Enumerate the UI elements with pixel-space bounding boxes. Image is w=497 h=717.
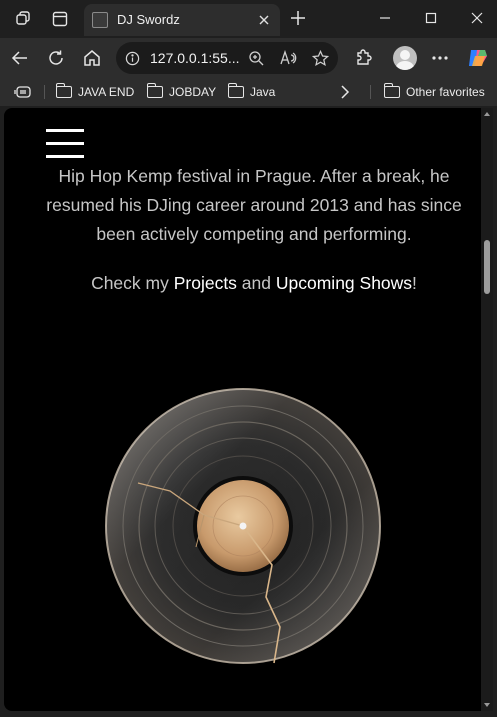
address-bar[interactable]: 127.0.0.1:55... — [116, 42, 338, 74]
bio-line: been actively competing and performing. — [96, 224, 412, 244]
scroll-up-icon[interactable] — [484, 112, 490, 116]
refresh-icon[interactable] — [44, 46, 68, 70]
tab-title: DJ Swordz — [117, 12, 180, 27]
collections-icon[interactable] — [14, 83, 32, 101]
favorites-divider — [44, 85, 45, 99]
cta-text: Check my Projects and Upcoming Shows! — [91, 273, 417, 293]
copilot-icon[interactable] — [466, 46, 490, 70]
tab-actions-icon[interactable] — [50, 9, 70, 29]
favorite-label: JAVA END — [78, 85, 135, 99]
page-viewport: Hip Hop Kemp festival in Prague. After a… — [4, 108, 481, 711]
extensions-icon[interactable] — [351, 46, 375, 70]
workspaces-icon[interactable] — [14, 9, 34, 29]
favorites-divider — [370, 85, 371, 99]
site-favicon — [92, 12, 108, 28]
projects-link[interactable]: Projects — [174, 273, 237, 293]
favorite-label: JOBDAY — [169, 85, 217, 99]
folder-icon — [146, 83, 163, 98]
more-icon[interactable] — [428, 46, 452, 70]
chevron-right-icon[interactable] — [340, 83, 350, 101]
bio-paragraph: Hip Hop Kemp festival in Prague. After a… — [24, 162, 481, 249]
folder-icon — [227, 83, 244, 98]
favorites-bar: JAVA END JOBDAY Java Other favorites — [0, 78, 497, 106]
tab-active[interactable]: DJ Swordz — [84, 4, 280, 36]
browser-toolbar: 127.0.0.1:55... — [0, 38, 497, 78]
maximize-icon[interactable] — [420, 8, 442, 28]
favorite-label: Java — [250, 85, 276, 99]
vinyl-record-image — [105, 388, 381, 664]
back-icon[interactable] — [8, 46, 32, 70]
folder-icon — [55, 83, 72, 98]
page-scrollbar[interactable] — [481, 108, 493, 711]
tab-strip: DJ Swordz — [0, 0, 497, 38]
hamburger-menu-icon[interactable] — [46, 128, 84, 160]
favorite-star-icon[interactable] — [310, 48, 330, 68]
favorite-folder-java[interactable]: Java — [227, 83, 276, 101]
upcoming-shows-link[interactable]: Upcoming Shows — [276, 273, 412, 293]
other-favorites-folder[interactable]: Other favorites — [383, 83, 485, 101]
url-text: 127.0.0.1:55... — [150, 50, 240, 66]
browser-window: DJ Swordz 127.0.0.1:55... JAVA END JOBDA… — [0, 0, 497, 717]
favorite-folder-jobday[interactable]: JOBDAY — [146, 83, 217, 101]
tab-close-icon[interactable] — [254, 10, 274, 30]
zoom-icon[interactable] — [246, 48, 266, 68]
favorite-folder-java-end[interactable]: JAVA END — [55, 83, 135, 101]
other-favorites-label: Other favorites — [406, 85, 485, 99]
folder-icon — [383, 83, 400, 98]
close-window-icon[interactable] — [466, 8, 488, 28]
bio-line: resumed his DJing career around 2013 and… — [46, 195, 462, 215]
new-tab-icon[interactable] — [288, 8, 308, 28]
profile-avatar[interactable] — [393, 46, 417, 70]
info-icon[interactable] — [124, 50, 140, 66]
scroll-down-icon[interactable] — [484, 703, 490, 707]
bio-line: Hip Hop Kemp festival in Prague. After a… — [58, 166, 450, 186]
home-icon[interactable] — [80, 46, 104, 70]
scroll-thumb[interactable] — [484, 240, 490, 294]
read-aloud-icon[interactable] — [278, 48, 298, 68]
minimize-icon[interactable] — [374, 8, 396, 28]
